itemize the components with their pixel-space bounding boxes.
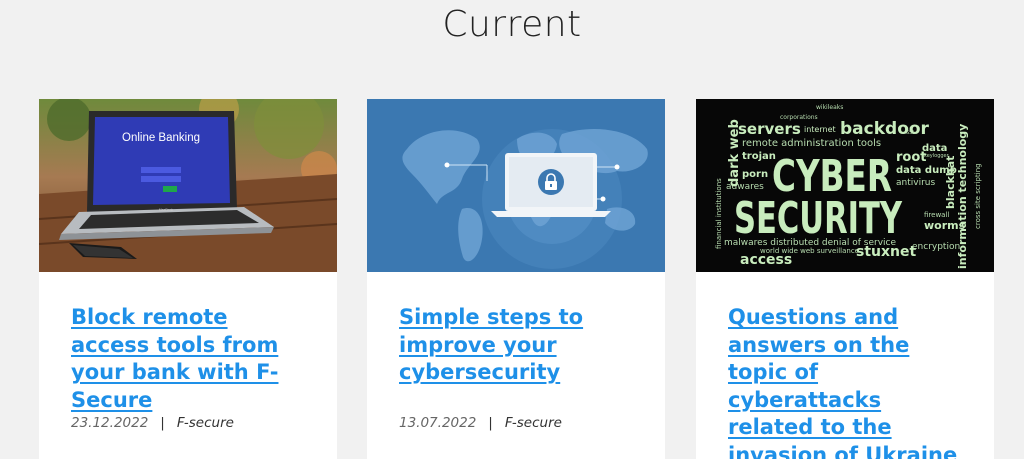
cyber-security-word-cloud-image[interactable]: wikileaks corporations servers internet … [696,99,994,272]
article-meta: 13.07.2022 | F-secure [399,415,562,431]
svg-text:trojan: trojan [742,151,776,162]
world-map-lock-image[interactable] [367,99,665,272]
section-title: Current [442,4,582,45]
svg-text:SECURITY: SECURITY [734,193,903,244]
laptop-online-banking-image[interactable]: Online Banking MacBook [39,99,337,272]
svg-text:MacBook: MacBook [159,208,174,212]
svg-text:internet: internet [804,125,836,134]
svg-text:stuxnet: stuxnet [856,244,916,260]
article-title-link[interactable]: Block remote access tools from your bank… [71,304,306,414]
article-date: 23.12.2022 [71,415,149,431]
article-title-link[interactable]: Questions and answers on the topic of cy… [728,304,963,459]
svg-text:porn: porn [742,169,768,180]
svg-text:remote administration tools: remote administration tools [742,138,881,149]
article-author: F-secure [504,415,562,431]
svg-text:firewall: firewall [924,211,949,219]
article-card[interactable]: wikileaks corporations servers internet … [696,99,994,459]
svg-text:financial institutions: financial institutions [715,178,723,249]
meta-separator: | [160,415,165,431]
svg-text:blackhat: blackhat [944,156,957,209]
article-date: 13.07.2022 [399,415,477,431]
svg-text:information technology: information technology [956,124,969,269]
article-card[interactable]: Online Banking MacBook Block remote acce… [39,99,337,459]
article-card[interactable]: Simple steps to improve your cybersecuri… [367,99,665,459]
article-title-link[interactable]: Simple steps to improve your cybersecuri… [399,304,634,387]
article-meta: 23.12.2022 | F-secure [71,415,234,431]
svg-text:dark web: dark web [727,119,742,187]
svg-text:encryption: encryption [912,242,960,252]
svg-text:cross site scripting: cross site scripting [974,163,982,229]
screen-text: Online Banking [122,132,200,144]
article-author: F-secure [176,415,234,431]
svg-text:backdoor: backdoor [840,119,930,139]
svg-text:SSL: SSL [906,130,915,136]
svg-text:access: access [740,252,792,268]
svg-text:antivirus: antivirus [896,178,935,188]
meta-separator: | [488,415,493,431]
svg-text:servers: servers [738,120,801,138]
svg-text:wikileaks: wikileaks [816,104,843,111]
